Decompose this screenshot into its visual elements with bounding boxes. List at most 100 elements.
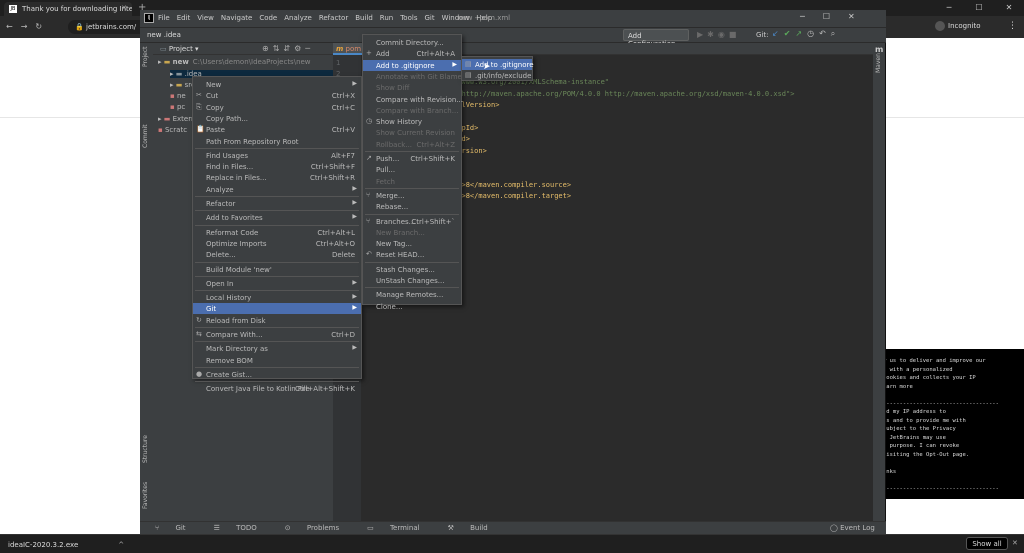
more-menu-icon[interactable]: ⋮	[1008, 21, 1017, 31]
menu-item-replace-in-files[interactable]: Replace in Files... Ctrl+Shift+R	[193, 172, 361, 183]
menu-navigate[interactable]: Navigate	[221, 14, 252, 22]
close-tab-icon[interactable]: ✕	[121, 4, 127, 12]
run-icon[interactable]: ▶	[697, 30, 707, 39]
breadcrumb[interactable]: new .idea	[147, 31, 181, 39]
menu-item-push[interactable]: ↗ Push... Ctrl+Shift+K	[363, 153, 461, 164]
menu-item-add-to-gitignore[interactable]: Add to .gitignore ▶	[363, 59, 461, 71]
menu-item-commit-directory[interactable]: Commit Directory...	[363, 37, 461, 48]
menu-build[interactable]: Build	[355, 14, 373, 22]
add-configuration-button[interactable]: Add Configuration...	[623, 29, 689, 48]
menu-item-pull[interactable]: Pull...	[363, 164, 461, 175]
menu-item-new-tag[interactable]: New Tag...	[363, 238, 461, 249]
menu-item-create-gist[interactable]: ● Create Gist...	[193, 369, 361, 380]
gear-icon[interactable]: ⚙	[294, 44, 305, 53]
menu-item-git-info-exclude[interactable]: ▤ .git/info/exclude	[462, 70, 532, 81]
forward-icon[interactable]: →	[21, 22, 36, 31]
side-tab-commit[interactable]: Commit	[142, 124, 149, 148]
menu-view[interactable]: View	[197, 14, 214, 22]
locate-icon[interactable]: ⊕	[262, 44, 273, 53]
menu-item-remove-bom[interactable]: Remove BOM	[193, 355, 361, 366]
menu-item-reset-head[interactable]: ↶ Reset HEAD...	[363, 249, 461, 260]
tree-item[interactable]: ▪ pc	[170, 103, 185, 111]
back-icon[interactable]: ←	[6, 22, 21, 31]
stop-icon[interactable]: ■	[729, 30, 741, 39]
editor-tab-pom[interactable]: m pom	[333, 43, 363, 55]
menu-git[interactable]: Git	[424, 14, 434, 22]
menu-item-show-history[interactable]: ◷ Show History	[363, 116, 461, 127]
menu-item-open-in[interactable]: Open In ▶	[193, 278, 361, 289]
menu-item-convert-java-file-to-kotlin-file[interactable]: Convert Java File to Kotlin File Ctrl+Alt…	[193, 383, 361, 394]
close-icon[interactable]: ✕	[994, 0, 1024, 16]
menu-item-compare-with-revision[interactable]: Compare with Revision...	[363, 94, 463, 105]
update-project-icon[interactable]: ↙	[772, 29, 784, 38]
close-download-bar-icon[interactable]: ✕	[1012, 539, 1018, 547]
ide-close-icon[interactable]: ✕	[848, 12, 873, 21]
code-text[interactable]: /POM/4.0.0"http://www.w3.org/2001/XMLSch…	[432, 66, 794, 203]
tool-build[interactable]: ⚒ Build	[448, 524, 502, 532]
show-all-button[interactable]: Show all	[966, 537, 1008, 550]
rollback-icon[interactable]: ↶	[819, 29, 831, 38]
menu-item-compare-with[interactable]: ⇆ Compare With... Ctrl+D	[193, 329, 361, 340]
menu-item-add-to-favorites[interactable]: Add to Favorites ▶	[193, 212, 361, 223]
ide-maximize-icon[interactable]: ☐	[823, 12, 848, 21]
menu-item-new[interactable]: New ▶	[193, 79, 361, 90]
menu-item-add[interactable]: + Add Ctrl+Alt+A	[363, 48, 461, 59]
minimize-icon[interactable]: ─	[934, 0, 964, 16]
history-clock-icon[interactable]: ◷	[807, 29, 819, 38]
url-field[interactable]: 🔒 jetbrains.com/	[68, 20, 148, 34]
side-tab-favorites[interactable]: Favorites	[142, 482, 149, 509]
incognito-badge[interactable]: Incognito	[935, 21, 980, 31]
ide-minimize-icon[interactable]: ─	[800, 12, 823, 21]
menu-item-stash-changes[interactable]: Stash Changes...	[363, 264, 461, 275]
collapse-icon[interactable]: ⇅	[273, 44, 284, 53]
menu-item-mark-directory-as[interactable]: Mark Directory as ▶	[193, 343, 361, 354]
download-item[interactable]: ideaIC-2020.3.2.exe ^	[8, 541, 124, 549]
expand-icon[interactable]: ⇵	[283, 44, 294, 53]
menu-item-unstash-changes[interactable]: UnStash Changes...	[363, 275, 461, 286]
reload-icon[interactable]: ↻	[35, 22, 50, 31]
menu-run[interactable]: Run	[380, 14, 393, 22]
menu-item-git[interactable]: Git ▶	[193, 303, 361, 315]
tool-problems[interactable]: ⊙ Problems	[285, 524, 353, 532]
tree-item[interactable]: ▸ ▬ new C:\Users\demon\IdeaProjects\new	[158, 58, 311, 66]
menu-item-rebase[interactable]: Rebase...	[363, 201, 461, 212]
menu-edit[interactable]: Edit	[177, 14, 191, 22]
menu-item-copy[interactable]: ⎘ Copy Ctrl+C	[193, 102, 361, 113]
menu-item-manage-remotes[interactable]: Manage Remotes...	[363, 289, 461, 300]
maximize-icon[interactable]: ☐	[964, 0, 994, 16]
project-view-selector[interactable]: ▭ Project ▾	[160, 45, 199, 53]
menu-item-refactor[interactable]: Refactor ▶	[193, 198, 361, 209]
menu-item-merge[interactable]: ⑂ Merge...	[363, 190, 461, 201]
menu-file[interactable]: File	[158, 14, 170, 22]
menu-item-build-module-new[interactable]: Build Module 'new'	[193, 264, 361, 275]
menu-analyze[interactable]: Analyze	[284, 14, 312, 22]
event-log-button[interactable]: ◯ Event Log	[830, 524, 875, 532]
menu-refactor[interactable]: Refactor	[319, 14, 348, 22]
menu-item-add-to-gitignore[interactable]: ▤ Add to .gitignore	[462, 59, 534, 70]
menu-item-path-from-repository-root[interactable]: Path From Repository Root	[193, 136, 361, 147]
tool-git[interactable]: ⑂ Git	[155, 524, 200, 532]
debug-icon[interactable]: ✱	[707, 30, 718, 39]
menu-item-clone[interactable]: Clone...	[363, 301, 461, 312]
menu-item-reload-from-disk[interactable]: ↻ Reload from Disk	[193, 315, 361, 326]
side-tab-structure[interactable]: Structure	[142, 435, 149, 463]
search-icon[interactable]: ⌕	[831, 29, 840, 38]
menu-item-reformat-code[interactable]: Reformat Code Ctrl+Alt+L	[193, 227, 361, 238]
side-tab-maven[interactable]: Maven	[875, 53, 882, 73]
push-arrow-icon[interactable]: ↗	[795, 29, 807, 38]
menu-item-find-in-files[interactable]: Find in Files... Ctrl+Shift+F	[193, 161, 361, 172]
coverage-icon[interactable]: ◉	[718, 30, 729, 39]
side-tab-project[interactable]: Project	[142, 46, 149, 67]
commit-check-icon[interactable]: ✔	[784, 29, 796, 38]
menu-item-cut[interactable]: ✂ Cut Ctrl+X	[193, 90, 361, 101]
menu-item-copy-path[interactable]: Copy Path...	[193, 113, 361, 124]
menu-item-find-usages[interactable]: Find Usages Alt+F7	[193, 150, 361, 161]
menu-item-optimize-imports[interactable]: Optimize Imports Ctrl+Alt+O	[193, 238, 361, 249]
tool-terminal[interactable]: ▭ Terminal	[367, 524, 433, 532]
menu-item-branches[interactable]: ⑂ Branches... Ctrl+Shift+`	[363, 216, 461, 227]
menu-tools[interactable]: Tools	[400, 14, 417, 22]
tree-item[interactable]: ▪ Scratc	[158, 126, 187, 134]
tool-todo[interactable]: ☰ TODO	[214, 524, 271, 532]
browser-tab[interactable]: JB Thank you for downloading IntelliJ ✕	[4, 2, 132, 16]
menu-item-analyze[interactable]: Analyze ▶	[193, 184, 361, 195]
